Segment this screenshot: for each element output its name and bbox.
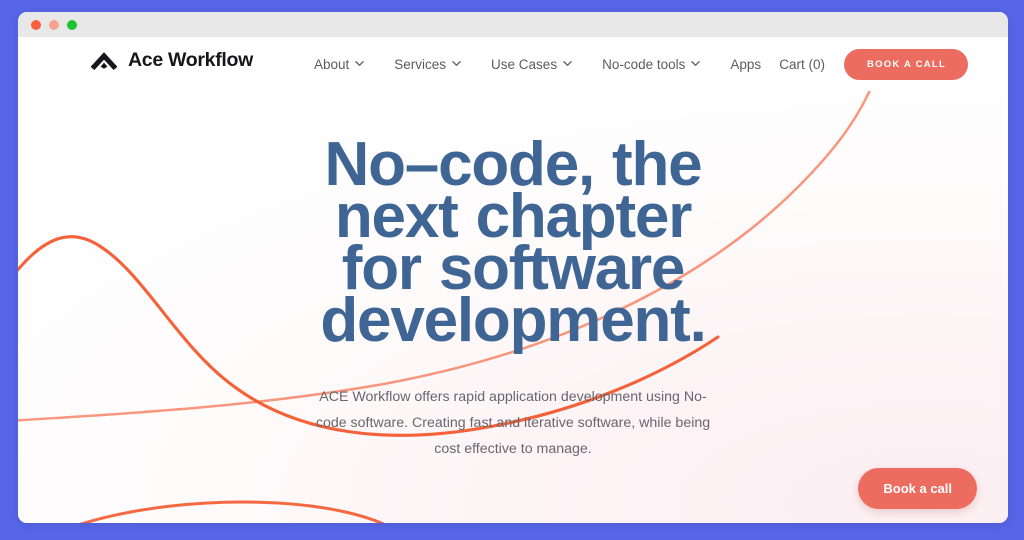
nav-item-use-cases[interactable]: Use Cases	[491, 57, 572, 72]
nav-item-services[interactable]: Services	[394, 57, 461, 72]
book-a-call-button[interactable]: BOOK A CALL	[843, 48, 968, 80]
chevron-down-icon	[691, 59, 701, 68]
page-backdrop: Ace Workflow About Services Use Cases No…	[0, 0, 1024, 540]
brand-name: Ace Workflow	[128, 49, 253, 71]
browser-window: Ace Workflow About Services Use Cases No…	[18, 12, 1008, 523]
maximize-window-icon[interactable]	[67, 20, 77, 30]
page-title: No–code, the next chapter for software d…	[18, 91, 1008, 355]
brand-logo[interactable]: Ace Workflow	[89, 49, 253, 72]
nav-item-label: No-code tools	[602, 56, 686, 72]
nav-item-about[interactable]: About	[314, 56, 365, 72]
nav-item-label: Services	[394, 56, 447, 72]
curve-bottom-arc	[79, 500, 385, 523]
page-viewport: Ace Workflow About Services Use Cases No…	[18, 37, 1008, 523]
nav-item-no-code-tools[interactable]: No-code tools	[602, 56, 701, 72]
nav-item-label: Apps	[730, 56, 762, 72]
hero-subtext: ACE Workflow offers rapid application de…	[315, 389, 711, 457]
heading-line: development.	[320, 286, 706, 355]
window-controls	[31, 20, 77, 30]
nav-item-label: Use Cases	[491, 56, 558, 72]
nav-links: About Services Use Cases No-code tools A…	[314, 37, 761, 91]
close-window-icon[interactable]	[31, 20, 41, 30]
nav-item-apps[interactable]: Apps	[730, 57, 761, 72]
site-navbar: Ace Workflow About Services Use Cases No…	[18, 37, 1008, 91]
floating-book-a-call-button[interactable]: Book a call	[858, 468, 977, 509]
chevron-down-icon	[452, 59, 461, 68]
ace-chevron-logo-icon	[89, 50, 119, 72]
browser-titlebar	[18, 12, 1008, 37]
nav-item-label: About	[314, 56, 350, 72]
chevron-down-icon	[355, 59, 365, 68]
minimize-window-icon[interactable]	[49, 20, 59, 30]
cart-link[interactable]: Cart (0)	[779, 57, 825, 72]
hero-section: No–code, the next chapter for software d…	[18, 91, 1008, 462]
nav-actions: Cart (0) BOOK A CALL	[779, 37, 968, 91]
chevron-down-icon	[563, 59, 572, 68]
